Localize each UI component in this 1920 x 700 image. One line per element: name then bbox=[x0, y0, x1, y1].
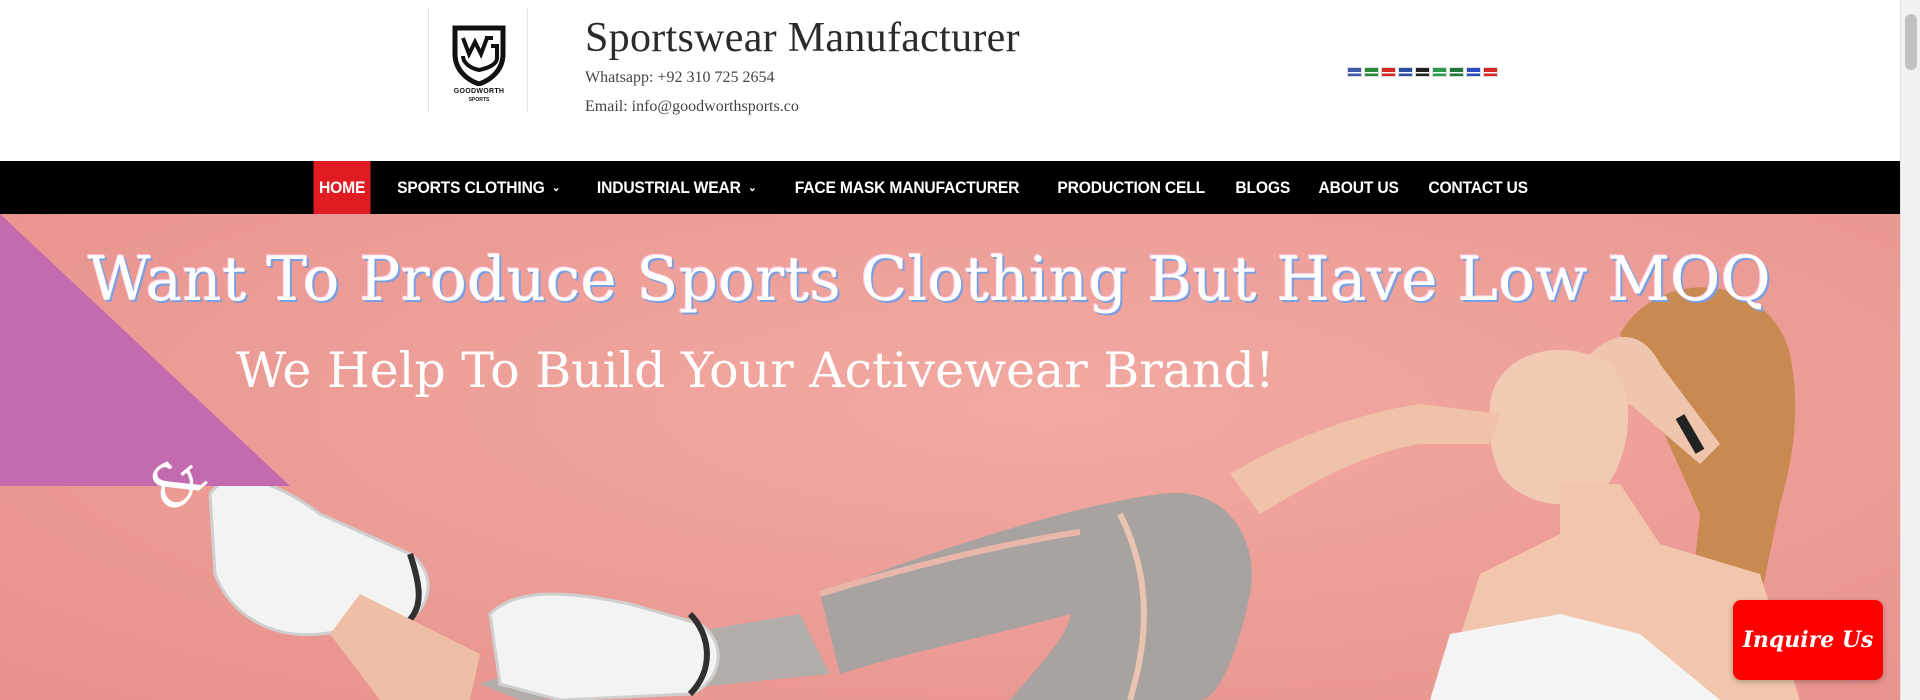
site-title: Sportswear Manufacturer bbox=[585, 15, 1020, 61]
goodworth-logo-icon bbox=[452, 25, 506, 86]
english-flag-icon[interactable] bbox=[1347, 67, 1362, 77]
nav-item-industrial-wear[interactable]: INDUSTRIAL WEAR ⌄ bbox=[586, 161, 766, 214]
german-flag-icon[interactable] bbox=[1415, 67, 1430, 77]
arabic-flag-icon[interactable] bbox=[1364, 67, 1379, 77]
russian-flag-icon[interactable] bbox=[1466, 67, 1481, 77]
nav-item-label: BLOGS bbox=[1235, 177, 1291, 197]
scrollbar-thumb[interactable] bbox=[1905, 14, 1917, 70]
nav-item-production-cell[interactable]: PRODUCTION CELL bbox=[1047, 161, 1215, 214]
italian-flag-icon[interactable] bbox=[1432, 67, 1447, 77]
nav-item-label: PRODUCTION CELL bbox=[1057, 177, 1205, 197]
nav-item-label: ABOUT US bbox=[1318, 177, 1399, 197]
nav-item-contact-us[interactable]: CONTACT US bbox=[1418, 161, 1538, 214]
portuguese-flag-icon[interactable] bbox=[1449, 67, 1464, 77]
main-nav: HOME SPORTS CLOTHING ⌄ INDUSTRIAL WEAR ⌄ FACE… bbox=[0, 161, 1900, 214]
nav-item-blogs[interactable]: BLOGS bbox=[1226, 161, 1301, 214]
logo-text-secondary: SPORTS bbox=[468, 97, 490, 103]
nav-item-label: HOME bbox=[318, 177, 366, 197]
nav-item-label: CONTACT US bbox=[1428, 177, 1528, 197]
nav-item-face-mask-manufacturer[interactable]: FACE MASK MANUFACTURER bbox=[785, 161, 1030, 214]
french-flag-icon[interactable] bbox=[1398, 67, 1413, 77]
site-logo[interactable]: GOODWORTH SPORTS bbox=[428, 8, 528, 112]
spanish-flag-icon[interactable] bbox=[1483, 67, 1498, 77]
nav-item-about-us[interactable]: ABOUT US bbox=[1308, 161, 1408, 214]
hero-subheadline: We Help To Build Your Activewear Brand! bbox=[236, 342, 1275, 399]
chinese-flag-icon[interactable] bbox=[1381, 67, 1396, 77]
nav-item-home[interactable]: HOME bbox=[313, 161, 371, 214]
chevron-down-icon: ⌄ bbox=[747, 182, 756, 194]
nav-item-label: FACE MASK MANUFACTURER bbox=[794, 177, 1020, 197]
inquire-us-button[interactable]: Inquire Us bbox=[1733, 600, 1883, 680]
chevron-down-icon: ⌄ bbox=[552, 182, 561, 194]
page-scrollbar[interactable] bbox=[1900, 0, 1920, 700]
whatsapp-contact[interactable]: Whatsapp: +92 310 725 2654 bbox=[585, 69, 774, 87]
nav-item-label: INDUSTRIAL WEAR bbox=[596, 177, 741, 197]
nav-item-label: SPORTS CLOTHING bbox=[397, 177, 545, 197]
email-contact[interactable]: Email: info@goodworthsports.co bbox=[585, 98, 799, 116]
language-flags bbox=[1347, 67, 1498, 77]
nav-item-sports-clothing[interactable]: SPORTS CLOTHING ⌄ bbox=[387, 161, 570, 214]
decorative-triangle bbox=[0, 214, 290, 486]
hero-headline: Want To Produce Sports Clothing But Have… bbox=[88, 244, 1772, 315]
site-header: GOODWORTH SPORTS Sportswear Manufacturer… bbox=[0, 0, 1900, 161]
logo-text-primary: GOODWORTH bbox=[453, 88, 505, 95]
